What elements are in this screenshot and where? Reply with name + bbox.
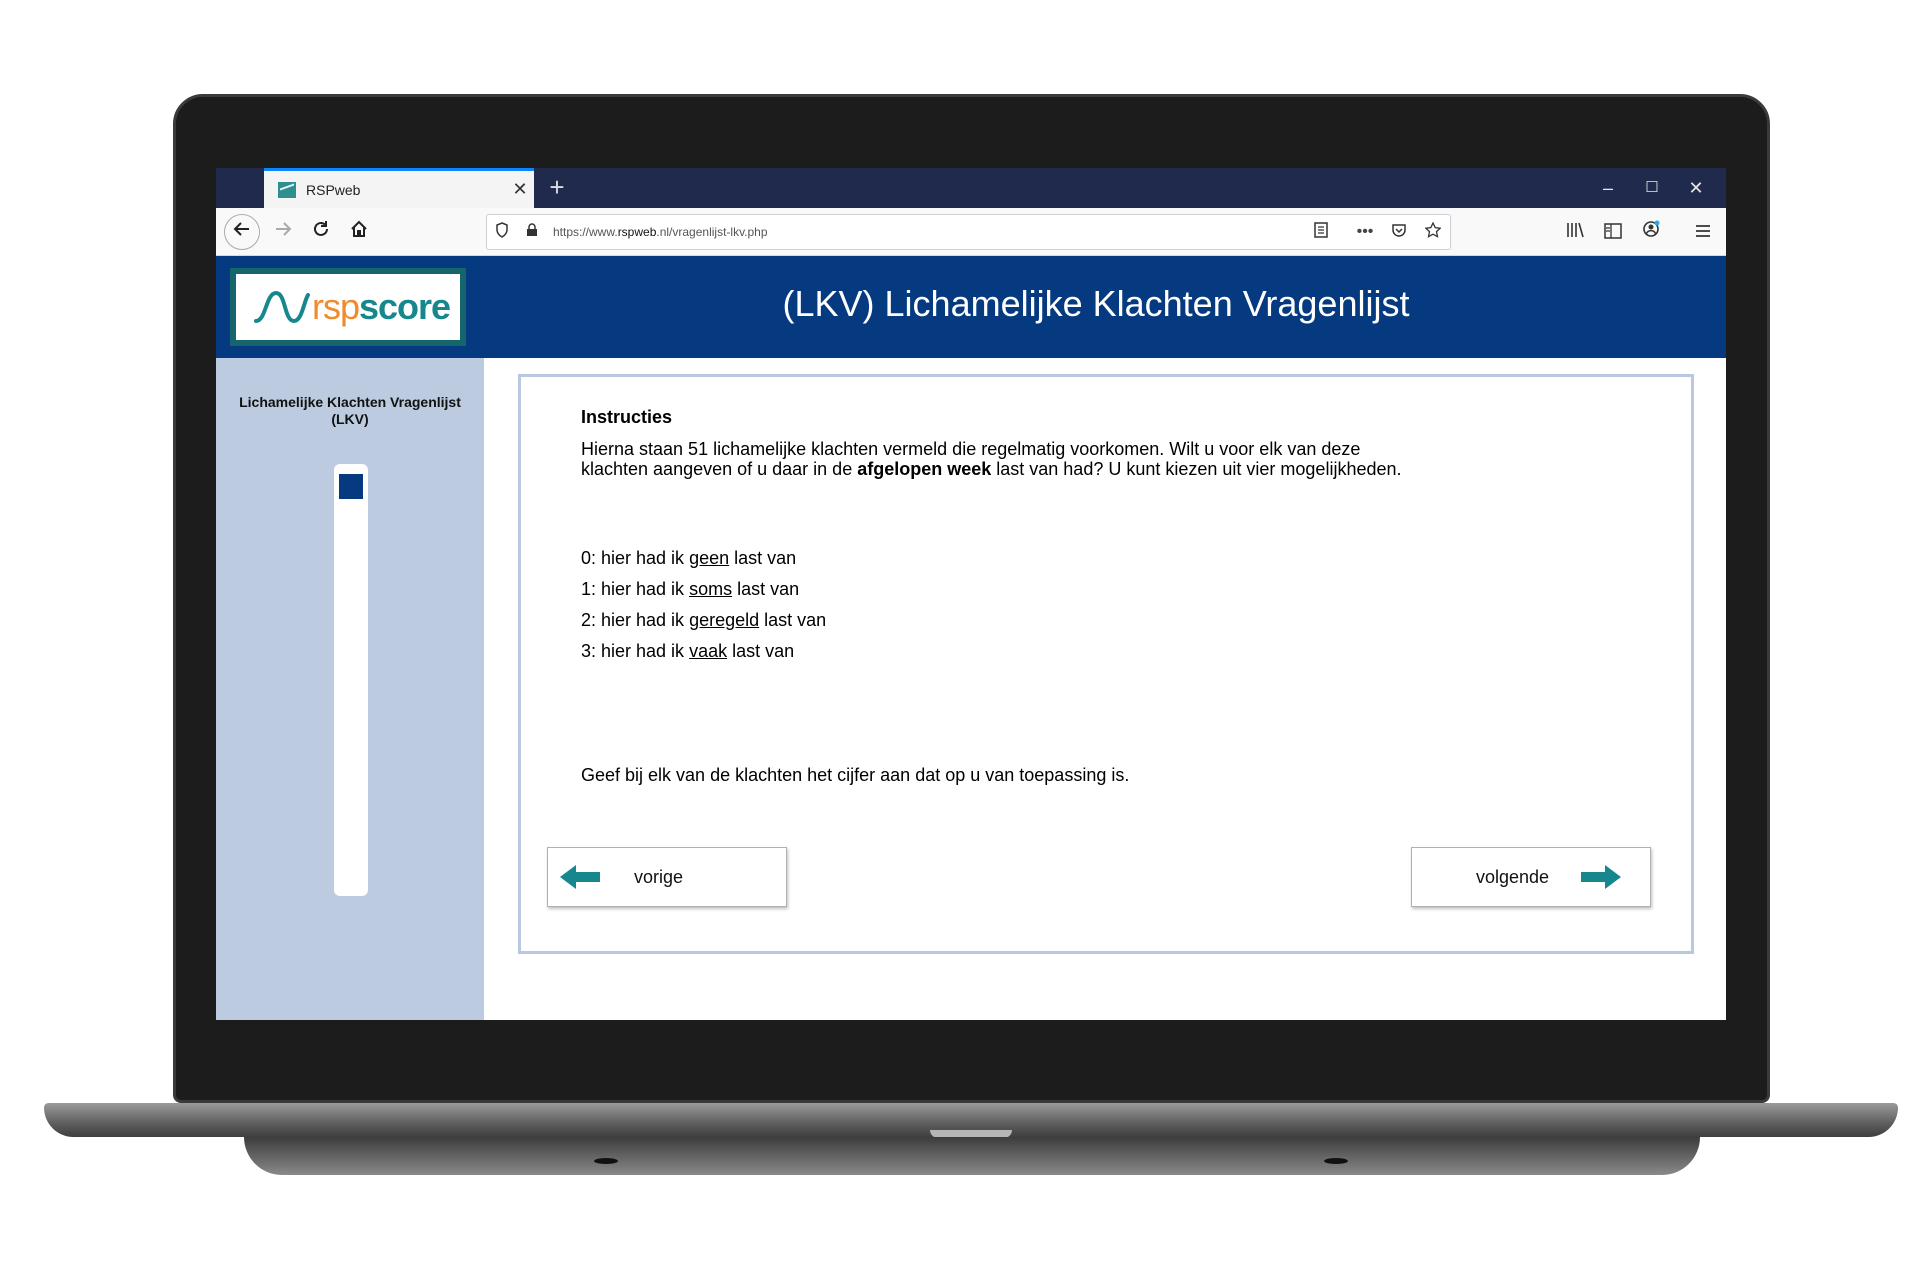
tab-strip: RSPweb ✕ + – ☐ ✕: [216, 168, 1726, 208]
url-text[interactable]: https://www.rspweb.nl/vragenlijst-lkv.ph…: [553, 225, 1304, 239]
instructions-heading: Instructies: [581, 407, 673, 427]
questionnaire-title: Lichamelijke Klachten Vragenlijst (LKV): [239, 394, 461, 427]
back-arrow-icon: [233, 222, 249, 236]
bookmark-star-icon[interactable]: [1416, 220, 1450, 243]
progress-bar: [334, 464, 368, 896]
previous-button[interactable]: vorige: [547, 847, 787, 907]
laptop-mockup: RSPweb ✕ + – ☐ ✕ https://www.rspweb.nl/v…: [0, 0, 1920, 1261]
minimize-window-button[interactable]: –: [1588, 174, 1628, 202]
answer-options-list: 0: hier had ik geen last van 1: hier had…: [581, 547, 826, 671]
close-window-button[interactable]: ✕: [1676, 174, 1716, 202]
progress-fill: [339, 474, 363, 499]
menu-icon[interactable]: [1686, 216, 1720, 248]
page-title: (LKV) Lichamelijke Klachten Vragenlijst: [782, 283, 1410, 324]
logo-text-rsp: rsp: [312, 286, 360, 327]
address-bar[interactable]: https://www.rspweb.nl/vragenlijst-lkv.ph…: [486, 214, 1451, 250]
previous-button-label: vorige: [634, 866, 684, 887]
logo-text-score: score: [359, 286, 451, 327]
answer-option: 1: hier had ik soms last van: [581, 579, 800, 599]
browser-tab[interactable]: RSPweb ✕: [264, 168, 534, 208]
answer-option: 2: hier had ik geregeld last van: [581, 610, 827, 630]
maximize-window-button[interactable]: ☐: [1632, 174, 1672, 202]
forward-arrow-icon: [276, 222, 292, 236]
instructions-footer: Geef bij elk van de klachten het cijfer …: [581, 765, 1130, 785]
sidebar-toggle-icon[interactable]: [1596, 216, 1630, 248]
answer-option: 0: hier had ik geen last van: [581, 548, 797, 568]
browser-window: RSPweb ✕ + – ☐ ✕ https://www.rspweb.nl/v…: [216, 168, 1726, 1020]
home-button[interactable]: [342, 216, 376, 248]
back-button[interactable]: [224, 214, 260, 250]
home-icon: [351, 220, 367, 237]
wave-logo-icon: [254, 290, 310, 324]
navigation-toolbar: https://www.rspweb.nl/vragenlijst-lkv.ph…: [216, 208, 1726, 256]
close-tab-icon[interactable]: ✕: [506, 179, 534, 200]
instructions-text: Hierna staan 51 lichamelijke klachten ve…: [581, 439, 1402, 479]
reader-view-icon[interactable]: [1304, 221, 1338, 243]
app-header: rsp score (LKV) Lichamelijke Klachten Vra…: [216, 256, 1726, 358]
next-button-label: volgende: [1476, 866, 1550, 887]
answer-option: 3: hier had ik vaak last van: [581, 641, 795, 661]
laptop-base-bottom: [244, 1137, 1700, 1175]
tab-title: RSPweb: [306, 181, 361, 198]
more-actions-icon[interactable]: •••: [1348, 223, 1382, 241]
pocket-icon[interactable]: [1382, 222, 1416, 243]
library-icon[interactable]: [1558, 216, 1592, 248]
lock-icon[interactable]: [517, 223, 547, 241]
laptop-foot: [594, 1158, 618, 1164]
forward-button[interactable]: [266, 216, 300, 248]
next-button[interactable]: volgende: [1411, 847, 1651, 907]
rspscore-logo[interactable]: rsp score: [230, 268, 466, 346]
sidebar: Lichamelijke Klachten Vragenlijst (LKV): [216, 358, 484, 1020]
new-tab-button[interactable]: +: [542, 172, 572, 202]
laptop-foot: [1324, 1158, 1348, 1164]
reload-icon: [314, 221, 328, 236]
arrow-right-icon: [1581, 865, 1622, 889]
favicon-icon: [278, 181, 296, 198]
reload-button[interactable]: [304, 216, 338, 248]
shield-icon[interactable]: [487, 222, 517, 242]
account-icon[interactable]: [1634, 216, 1668, 248]
instructions-panel: Instructies Hierna staan 51 lichamelijke…: [518, 374, 1694, 954]
arrow-left-icon: [560, 865, 600, 889]
